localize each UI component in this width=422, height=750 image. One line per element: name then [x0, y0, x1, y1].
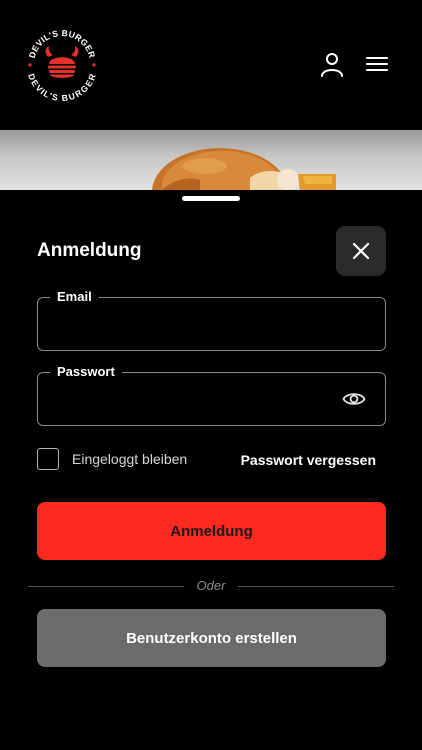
forgot-password-link[interactable]: Passwort vergessen — [241, 452, 376, 468]
create-account-button[interactable]: Benutzerkonto erstellen — [37, 609, 386, 667]
remember-me-checkbox[interactable] — [37, 448, 59, 470]
login-sheet: Anmeldung Email Passwort Eingeloggt blei… — [0, 190, 422, 750]
divider-line-right — [238, 586, 394, 587]
hamburger-menu-icon[interactable] — [363, 50, 391, 78]
email-label: Email — [50, 289, 99, 305]
hero-burger-image — [0, 130, 422, 192]
user-icon[interactable] — [318, 50, 346, 78]
close-button[interactable] — [336, 226, 386, 276]
sheet-drag-handle[interactable] — [182, 196, 240, 201]
password-input[interactable] — [52, 387, 332, 413]
email-input[interactable] — [52, 312, 332, 338]
svg-text:DEVIL'S BURGER: DEVIL'S BURGER — [27, 28, 98, 60]
password-label: Passwort — [50, 364, 122, 380]
remember-me-label: Eingeloggt bleiben — [72, 451, 188, 467]
devils-burger-logo[interactable]: DEVIL'S BURGER DEVIL'S BURGER — [24, 26, 100, 102]
close-icon — [352, 242, 370, 260]
eye-icon[interactable] — [341, 388, 367, 410]
email-field[interactable]: Email — [37, 289, 386, 351]
app-header: DEVIL'S BURGER DEVIL'S BURGER — [0, 0, 422, 130]
remember-me-option[interactable]: Eingeloggt bleiben — [37, 448, 187, 470]
login-button[interactable]: Anmeldung — [37, 502, 386, 560]
or-divider: Oder — [28, 576, 394, 596]
login-title: Anmeldung — [37, 240, 142, 261]
password-field[interactable]: Passwort — [37, 364, 386, 426]
